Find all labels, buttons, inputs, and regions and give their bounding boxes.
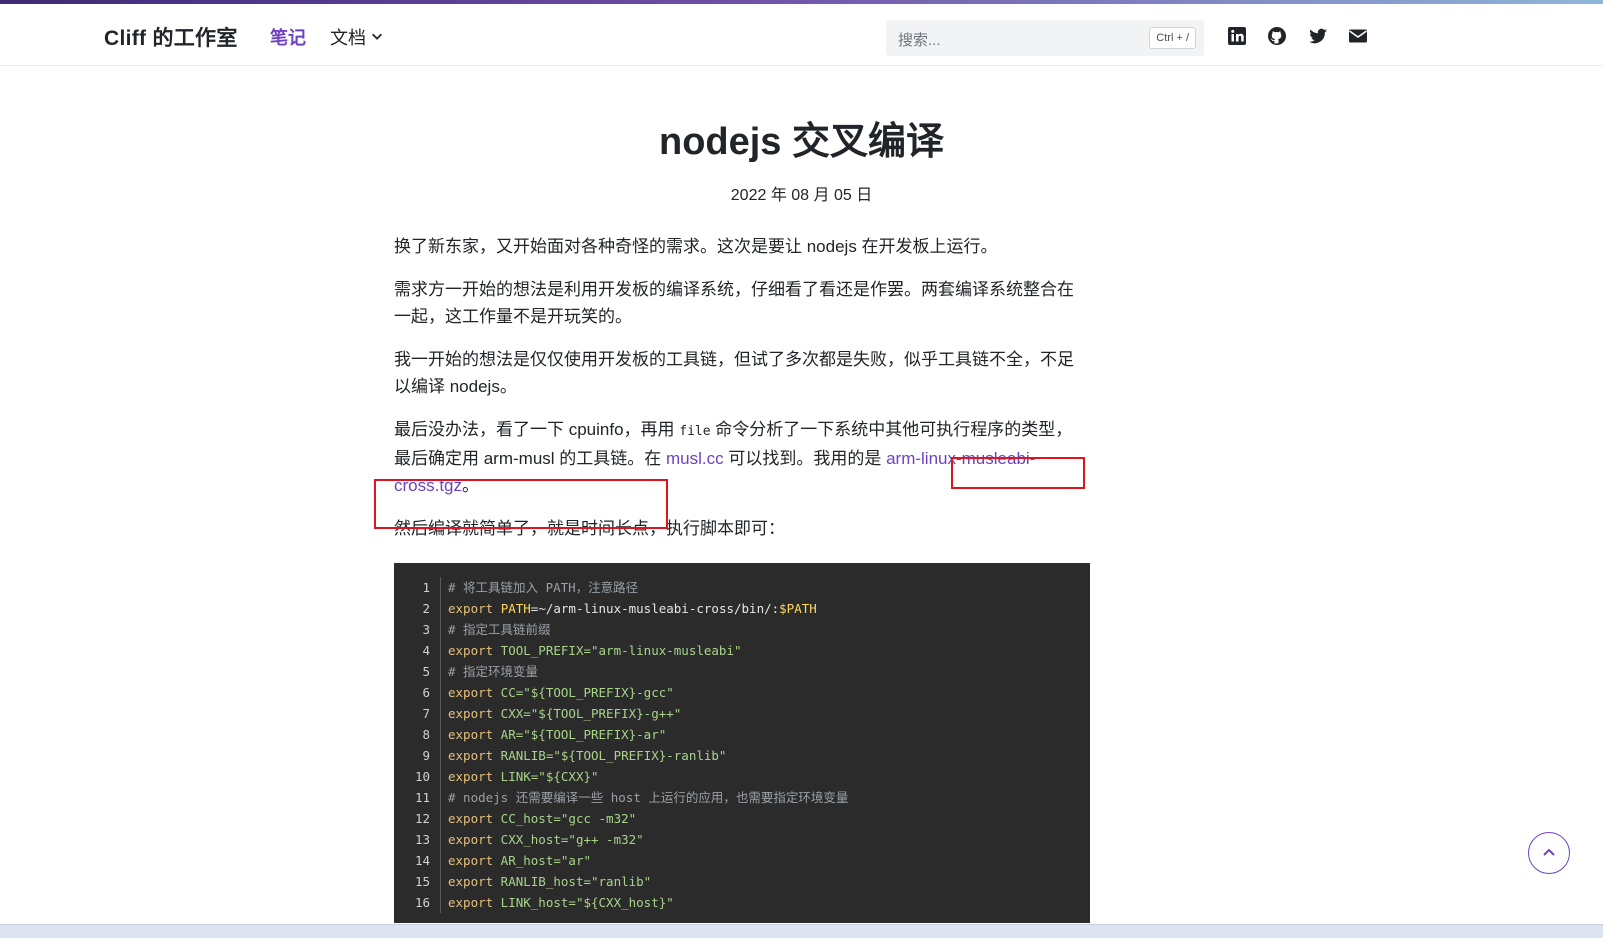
- line-number: 4: [394, 640, 441, 661]
- link-musl-cc[interactable]: musl.cc: [666, 449, 724, 468]
- code-line: 7 export CXX="${TOOL_PREFIX}-g++": [394, 703, 1090, 724]
- chevron-up-icon: [1543, 848, 1555, 856]
- line-number: 16: [394, 892, 441, 913]
- code-line: 15 export RANLIB_host="ranlib": [394, 871, 1090, 892]
- code-text: export LINK="${CXX}": [448, 769, 599, 784]
- code-line: 8 export AR="${TOOL_PREFIX}-ar": [394, 724, 1090, 745]
- nav-docs-label: 文档: [330, 28, 366, 48]
- search-placeholder: 搜索...: [898, 32, 941, 49]
- code-line: 10 export LINK="${CXX}": [394, 766, 1090, 787]
- code-text: export CC="${TOOL_PREFIX}-gcc": [448, 685, 674, 700]
- paragraph-4-text-d: 。: [462, 476, 480, 495]
- line-number: 8: [394, 724, 441, 745]
- code-line: 11 # nodejs 还需要编译一些 host 上运行的应用，也需要指定环境变量: [394, 787, 1090, 808]
- line-number: 1: [394, 577, 441, 598]
- code-text: # nodejs 还需要编译一些 host 上运行的应用，也需要指定环境变量: [448, 790, 849, 805]
- paragraph-4-text-c: 可以找到。我用的是: [723, 449, 887, 468]
- code-line: 5 # 指定环境变量: [394, 661, 1090, 682]
- line-number: 2: [394, 598, 441, 619]
- paragraph-4-text-a: 最后没办法，看了一下 cpuinfo，再用: [394, 420, 680, 439]
- twitter-icon[interactable]: [1308, 26, 1328, 46]
- os-taskbar: [0, 924, 1603, 938]
- code-text: export CC_host="gcc -m32": [448, 811, 637, 826]
- code-line: 1 # 将工具链加入 PATH，注意路径: [394, 577, 1090, 598]
- paragraph-3: 我一开始的想法是仅仅使用开发板的工具链，但试了多次都是失败，似乎工具链不全，不足…: [394, 350, 1074, 396]
- chevron-down-icon: [370, 27, 384, 48]
- back-to-top-button[interactable]: [1528, 832, 1570, 874]
- code-text: export PATH=~/arm-linux-musleabi-cross/b…: [448, 601, 817, 616]
- line-number: 3: [394, 619, 441, 640]
- line-number: 6: [394, 682, 441, 703]
- site-brand[interactable]: Cliff 的工作室: [104, 22, 238, 52]
- code-line: 3 # 指定工具链前缀: [394, 619, 1090, 640]
- code-text: export RANLIB_host="ranlib": [448, 874, 652, 889]
- line-number: 10: [394, 766, 441, 787]
- code-block: 1 # 将工具链加入 PATH，注意路径 2 export PATH=~/arm-li…: [394, 563, 1090, 923]
- page-title: nodejs 交叉编译: [658, 121, 945, 163]
- nav-item-docs[interactable]: 文档: [330, 24, 384, 50]
- paragraph-5: 然后编译就简单了，就是时间长点，执行脚本即可：: [394, 519, 785, 538]
- code-text: export CXX="${TOOL_PREFIX}-g++": [448, 706, 682, 721]
- code-line: 14 export AR_host="ar": [394, 850, 1090, 871]
- code-line: 12 export CC_host="gcc -m32": [394, 808, 1090, 829]
- code-lines: 1 # 将工具链加入 PATH，注意路径 2 export PATH=~/arm-li…: [394, 577, 1090, 913]
- mail-icon[interactable]: [1348, 26, 1368, 46]
- code-line: 6 export CC="${TOOL_PREFIX}-gcc": [394, 682, 1090, 703]
- code-text: # 将工具链加入 PATH，注意路径: [448, 580, 639, 595]
- article-body: 换了新东家，又开始面对各种奇怪的需求。这次是要让 nodejs 在开发板上运行。…: [394, 233, 1089, 558]
- line-number: 11: [394, 787, 441, 808]
- site-header: Cliff 的工作室 笔记 文档 搜索... Ctrl + /: [0, 4, 1603, 66]
- line-number: 7: [394, 703, 441, 724]
- code-text: export AR="${TOOL_PREFIX}-ar": [448, 727, 667, 742]
- line-number: 12: [394, 808, 441, 829]
- linkedin-icon[interactable]: [1227, 26, 1247, 46]
- code-text: export CXX_host="g++ -m32": [448, 832, 644, 847]
- line-number: 15: [394, 871, 441, 892]
- search-input[interactable]: 搜索... Ctrl + /: [886, 20, 1204, 56]
- line-number: 13: [394, 829, 441, 850]
- code-text: export TOOL_PREFIX="arm-linux-musleabi": [448, 643, 742, 658]
- paragraph-2: 需求方一开始的想法是利用开发板的编译系统，仔细看了看还是作罢。两套编译系统整合在…: [394, 280, 1074, 326]
- code-line: 13 export CXX_host="g++ -m32": [394, 829, 1090, 850]
- code-text: export AR_host="ar": [448, 853, 591, 868]
- line-number: 5: [394, 661, 441, 682]
- code-text: export LINK_host="${CXX_host}": [448, 895, 674, 910]
- nav-item-notes[interactable]: 笔记: [270, 24, 306, 50]
- inline-code-file: file: [679, 424, 711, 439]
- code-text: # 指定工具链前缀: [448, 622, 551, 637]
- code-line: 16 export LINK_host="${CXX_host}": [394, 892, 1090, 913]
- github-icon[interactable]: [1267, 26, 1287, 46]
- post-date: 2022 年 08 月 05 日: [730, 187, 873, 204]
- line-number: 14: [394, 850, 441, 871]
- code-line: 2 export PATH=~/arm-linux-musleabi-cross/…: [394, 598, 1090, 619]
- code-text: export RANLIB="${TOOL_PREFIX}-ranlib": [448, 748, 727, 763]
- line-number: 9: [394, 745, 441, 766]
- paragraph-4: 最后没办法，看了一下 cpuinfo，再用 file 命令分析了一下系统中其他可…: [394, 416, 1089, 499]
- search-shortcut-badge: Ctrl + /: [1149, 27, 1196, 49]
- code-text: # 指定环境变量: [448, 664, 539, 679]
- code-line: 9 export RANLIB="${TOOL_PREFIX}-ranlib": [394, 745, 1090, 766]
- paragraph-1: 换了新东家，又开始面对各种奇怪的需求。这次是要让 nodejs 在开发板上运行。: [394, 237, 998, 256]
- code-line: 4 export TOOL_PREFIX="arm-linux-musleabi": [394, 640, 1090, 661]
